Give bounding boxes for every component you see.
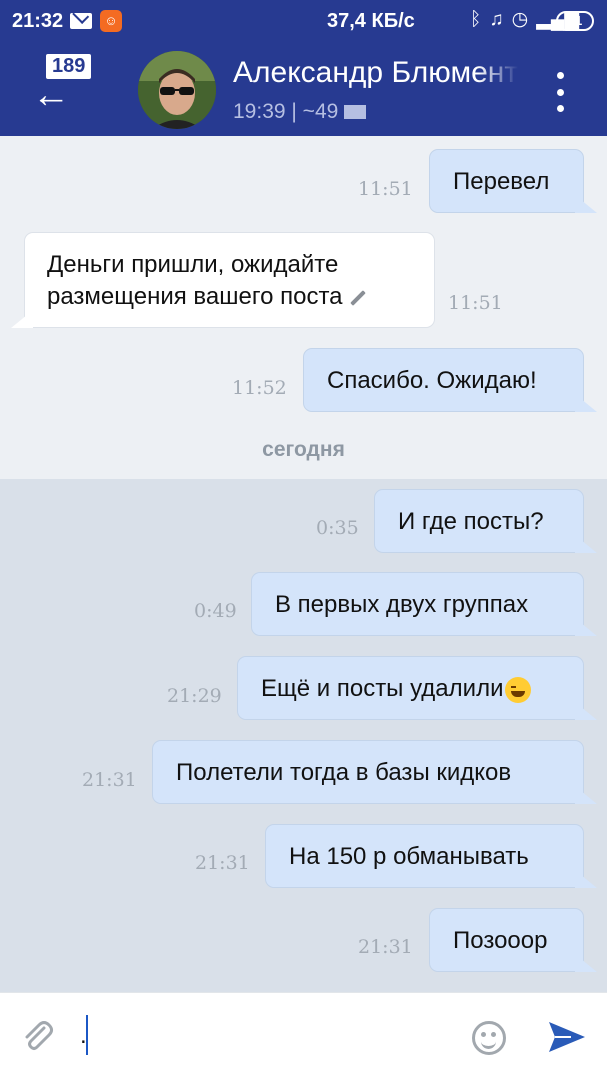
chat-header: ← 189 Александр Блюменталь 19:39 | ~49	[0, 44, 607, 136]
edited-icon	[349, 289, 366, 306]
back-button[interactable]: ← 189	[28, 54, 98, 124]
message-time: 11:51	[448, 292, 503, 314]
app-icon: ☺	[100, 10, 122, 32]
message-bubble[interactable]: Полетели тогда в базы кидков	[152, 740, 597, 804]
message-bubble[interactable]: Спасибо. Ожидаю!	[303, 348, 597, 412]
message-bubble[interactable]: Позооор	[429, 908, 597, 972]
message-bubble[interactable]: И где посты?	[374, 489, 597, 553]
message-time: 0:49	[194, 600, 237, 622]
message-time: 21:29	[167, 685, 222, 707]
composer	[0, 992, 607, 1080]
message-list[interactable]: 11:51 Перевел Деньги пришли, ожидайте ра…	[0, 136, 607, 992]
message-time: 11:52	[232, 377, 287, 399]
contact-name[interactable]: Александр Блюменталь	[233, 56, 518, 90]
unread-badge: 189	[46, 54, 92, 79]
message-bubble[interactable]: В первых двух группах	[251, 572, 597, 636]
back-arrow-icon: ←	[32, 74, 70, 116]
last-seen-text: 19:39 | ~49	[233, 100, 339, 123]
message-time: 21:31	[358, 936, 413, 958]
message-text: Спасибо. Ожидаю!	[327, 367, 537, 394]
message-text: Деньги пришли, ожидайте размещения вашег…	[47, 251, 343, 310]
last-seen: 19:39 | ~49	[233, 100, 367, 124]
mute-icon: ♫	[489, 8, 504, 30]
envelope-icon	[344, 105, 367, 119]
status-bar: 21:32 ☺ 37,4 КБ/с ᛒ ♫ ◷ ▂▄▆ 41	[0, 0, 607, 44]
message-time: 0:35	[316, 517, 359, 539]
message-text: Позооор	[453, 927, 548, 954]
more-options-button[interactable]	[548, 72, 572, 112]
date-separator: сегодня	[262, 438, 345, 461]
avatar[interactable]	[138, 51, 216, 129]
message-time: 21:31	[195, 852, 250, 874]
message-input[interactable]	[80, 1013, 460, 1059]
message-time: 11:51	[358, 178, 413, 200]
message-text: И где посты?	[398, 508, 544, 535]
alarm-icon: ◷	[511, 9, 529, 30]
message-bubble[interactable]: Деньги пришли, ожидайте размещения вашег…	[11, 232, 435, 328]
message-text: На 150 р обманывать	[289, 843, 529, 870]
status-time: 21:32	[12, 10, 64, 32]
message-text: Полетели тогда в базы кидков	[176, 759, 512, 786]
laughing-emoji-icon	[505, 676, 532, 703]
message-text: В первых двух группах	[275, 591, 529, 618]
bluetooth-icon: ᛒ	[470, 8, 482, 30]
message-bubble[interactable]: Ещё и посты удалили	[237, 656, 597, 720]
battery-level: 41	[567, 13, 583, 28]
message-bubble[interactable]: На 150 р обманывать	[265, 824, 597, 888]
attach-icon[interactable]	[20, 1019, 54, 1053]
message-text: Перевел	[453, 168, 550, 195]
message-bubble[interactable]: Перевел	[429, 149, 597, 213]
emoji-button-icon[interactable]	[472, 1021, 506, 1055]
network-speed: 37,4 КБ/с	[327, 10, 415, 32]
send-icon[interactable]	[547, 1020, 587, 1054]
message-text: Ещё и посты удалили	[261, 675, 504, 702]
message-time: 21:31	[82, 769, 137, 791]
battery-icon: 41	[556, 11, 594, 31]
mail-icon	[70, 13, 92, 29]
text-caret	[86, 1015, 88, 1055]
